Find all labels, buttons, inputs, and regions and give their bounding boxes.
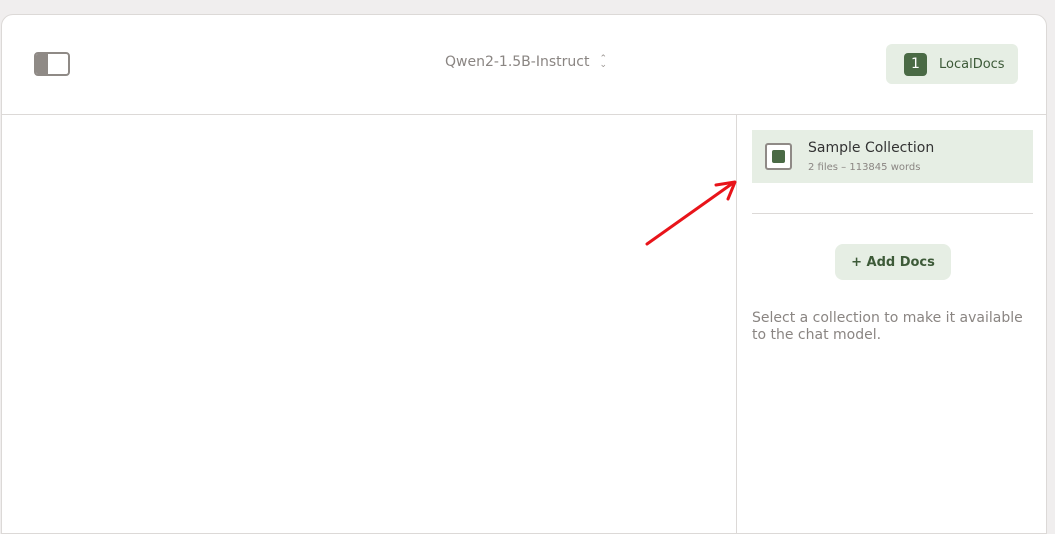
sidebar-toggle-icon[interactable] (34, 52, 70, 76)
localdocs-button[interactable]: 1 LocalDocs (886, 44, 1018, 84)
app-window: Qwen2-1.5B-Instruct ⌃ ⌄ 1 LocalDocs Sampl… (1, 14, 1047, 534)
sidebar-toggle-fill (36, 54, 48, 74)
collection-item[interactable]: Sample Collection 2 files – 113845 words (752, 130, 1033, 183)
localdocs-panel: Sample Collection 2 files – 113845 words… (736, 115, 1046, 533)
collection-hint-text: Select a collection to make it available… (752, 310, 1023, 343)
model-name: Qwen2-1.5B-Instruct (445, 54, 590, 70)
collection-name: Sample Collection (808, 140, 935, 156)
localdocs-count-badge: 1 (904, 52, 927, 76)
collection-checkbox[interactable] (765, 143, 792, 170)
checkbox-checked-mark (772, 150, 785, 163)
localdocs-label: LocalDocs (939, 56, 1005, 72)
header-bar: Qwen2-1.5B-Instruct ⌃ ⌄ 1 LocalDocs (2, 15, 1046, 115)
chevron-updown-icon: ⌃ ⌄ (599, 54, 607, 70)
chat-area (2, 115, 736, 533)
model-selector[interactable]: Qwen2-1.5B-Instruct ⌃ ⌄ (445, 54, 607, 70)
divider (752, 213, 1033, 214)
collection-meta: 2 files – 113845 words (808, 162, 921, 173)
add-docs-button[interactable]: + Add Docs (835, 244, 951, 280)
